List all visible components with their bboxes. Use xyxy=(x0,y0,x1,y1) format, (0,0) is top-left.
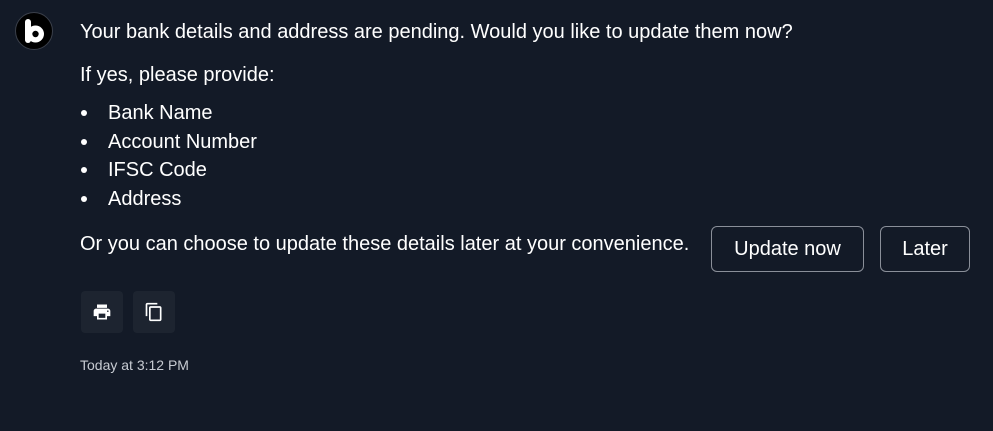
bot-logo-b-icon xyxy=(25,19,44,43)
bot-avatar xyxy=(15,12,53,50)
list-item: IFSC Code xyxy=(80,156,257,185)
later-button[interactable]: Later xyxy=(880,226,970,272)
bullet xyxy=(81,110,87,116)
update-now-button[interactable]: Update now xyxy=(711,226,864,272)
bullet xyxy=(81,167,87,174)
message-question: Your bank details and address are pendin… xyxy=(80,21,793,43)
bullet xyxy=(81,138,87,145)
field-address: Address xyxy=(108,187,182,210)
field-bank-name: Bank Name xyxy=(108,102,213,124)
print-button[interactable] xyxy=(81,291,123,333)
list-item: Bank Name xyxy=(80,99,257,128)
copy-button[interactable] xyxy=(133,291,175,333)
field-ifsc-code: IFSC Code xyxy=(108,159,207,182)
message-prompt: If yes, please provide: xyxy=(80,64,275,86)
list-item: Address xyxy=(80,185,257,214)
message-later-note: Or you can choose to update these detail… xyxy=(80,233,690,255)
required-fields-list: Bank Name Account Number IFSC Code Addre… xyxy=(80,99,257,213)
field-account-number: Account Number xyxy=(108,130,257,153)
copy-icon xyxy=(145,302,162,322)
list-item: Account Number xyxy=(80,128,257,157)
print-icon xyxy=(93,304,111,320)
bullet xyxy=(81,195,87,202)
message-timestamp: Today at 3:12 PM xyxy=(80,357,189,373)
